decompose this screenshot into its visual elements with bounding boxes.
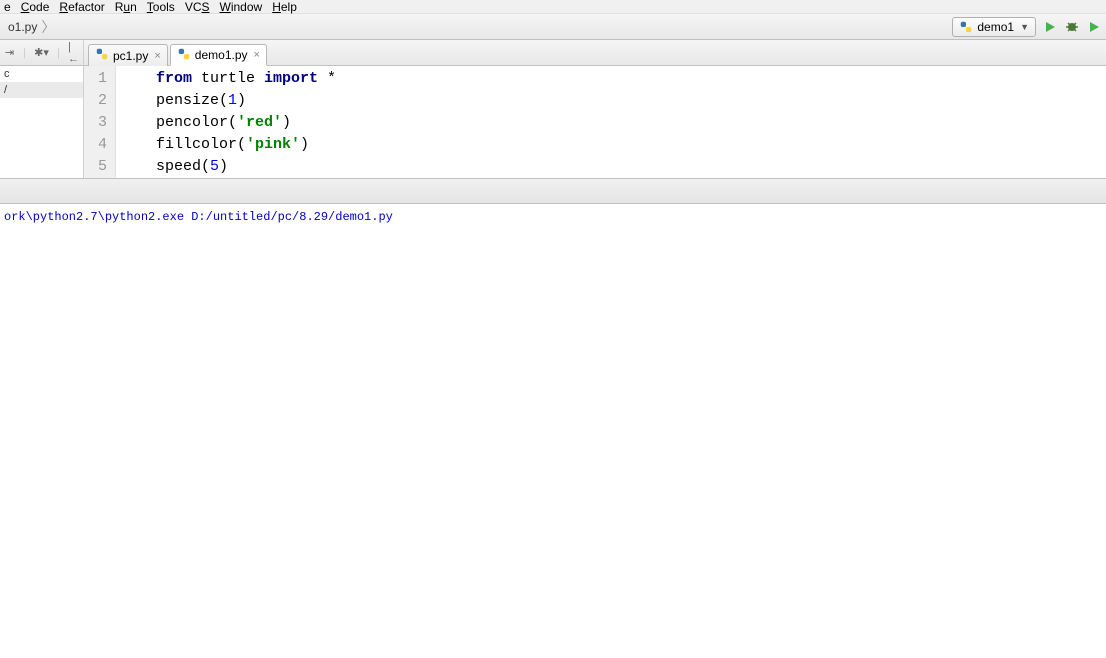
run-configuration-selector[interactable]: demo1 ▼ xyxy=(952,17,1036,37)
chevron-down-icon: ▼ xyxy=(1020,22,1029,32)
menu-window[interactable]: Window xyxy=(220,0,263,14)
collapse-icon[interactable]: |← xyxy=(68,45,79,61)
tab-label: pc1.py xyxy=(113,49,148,63)
menu-bar: e Code Refactor Run Tools VCS Window Help xyxy=(0,0,1106,14)
run-with-coverage-button[interactable] xyxy=(1086,19,1102,35)
run-config-label: demo1 xyxy=(977,20,1014,34)
run-console[interactable]: ork\python2.7\python2.exe D:/untitled/pc… xyxy=(0,204,1106,230)
menu-run[interactable]: Run xyxy=(115,0,137,14)
code-line[interactable]: fillcolor('pink') xyxy=(156,134,1106,156)
line-number: 1 xyxy=(84,68,115,90)
project-tool-window: ⇥ | ✱▾ | |← c/ xyxy=(0,40,84,178)
line-number: 5 xyxy=(84,156,115,178)
sidebar-toolbar: ⇥ | ✱▾ | |← xyxy=(0,40,83,66)
menu-e[interactable]: e xyxy=(4,0,11,14)
editor-tab-demo1-py[interactable]: demo1.py × xyxy=(170,44,267,66)
code-line[interactable]: from turtle import * xyxy=(156,68,1106,90)
debug-button[interactable] xyxy=(1064,19,1080,35)
editor-tab-pc1-py[interactable]: pc1.py × xyxy=(88,44,168,66)
divider: | xyxy=(53,45,64,61)
console-output-line: ork\python2.7\python2.exe D:/untitled/pc… xyxy=(4,210,393,224)
code-line[interactable]: pensize(1) xyxy=(156,90,1106,112)
code-editor[interactable]: 12345 from turtle import *pensize(1)penc… xyxy=(84,66,1106,178)
tool-window-bar[interactable] xyxy=(0,178,1106,204)
chevron-right-icon: 〉 xyxy=(41,17,55,37)
python-file-icon xyxy=(95,47,109,64)
menu-tools[interactable]: Tools xyxy=(147,0,175,14)
navigation-bar: o1.py 〉 demo1 ▼ xyxy=(0,14,1106,40)
divider: | xyxy=(19,45,30,61)
gear-icon[interactable]: ✱▾ xyxy=(34,45,49,61)
code-content[interactable]: from turtle import *pensize(1)pencolor('… xyxy=(116,66,1106,178)
close-icon[interactable]: × xyxy=(154,50,160,62)
python-file-icon xyxy=(177,47,191,64)
breadcrumb: o1.py 〉 xyxy=(4,17,55,37)
scroll-from-source-icon[interactable]: ⇥ xyxy=(4,45,15,61)
menu-code[interactable]: Code xyxy=(21,0,50,14)
code-line[interactable]: speed(5) xyxy=(156,156,1106,178)
python-file-icon xyxy=(959,20,973,34)
editor-tabs: pc1.py × demo1.py × xyxy=(84,40,1106,66)
menu-help[interactable]: Help xyxy=(272,0,297,14)
line-number: 2 xyxy=(84,90,115,112)
tree-item[interactable]: c xyxy=(0,66,83,82)
close-icon[interactable]: × xyxy=(254,49,260,61)
line-number: 4 xyxy=(84,134,115,156)
breadcrumb-file[interactable]: o1.py xyxy=(4,20,41,34)
menu-refactor[interactable]: Refactor xyxy=(59,0,104,14)
tree-item[interactable]: / xyxy=(0,82,83,98)
line-gutter: 12345 xyxy=(84,66,116,178)
line-number: 3 xyxy=(84,112,115,134)
tab-label: demo1.py xyxy=(195,48,248,62)
run-button[interactable] xyxy=(1042,19,1058,35)
code-line[interactable]: pencolor('red') xyxy=(156,112,1106,134)
menu-vcs[interactable]: VCS xyxy=(185,0,210,14)
